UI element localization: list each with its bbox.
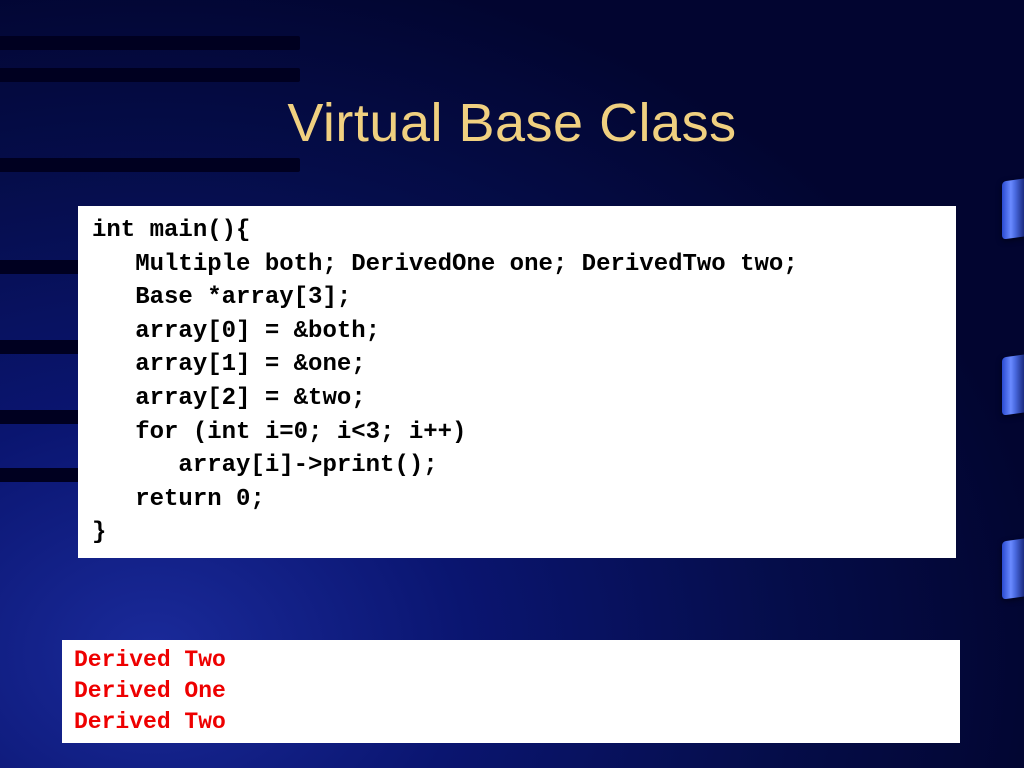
code-block: int main(){ Multiple both; DerivedOne on… bbox=[78, 206, 956, 558]
bg-ribbon bbox=[1002, 538, 1024, 599]
bg-ribbon bbox=[1002, 354, 1024, 415]
bg-stripe bbox=[0, 158, 300, 172]
output-block: Derived Two Derived One Derived Two bbox=[62, 640, 960, 743]
bg-ribbon bbox=[1002, 178, 1024, 239]
slide-title: Virtual Base Class bbox=[0, 0, 1024, 154]
